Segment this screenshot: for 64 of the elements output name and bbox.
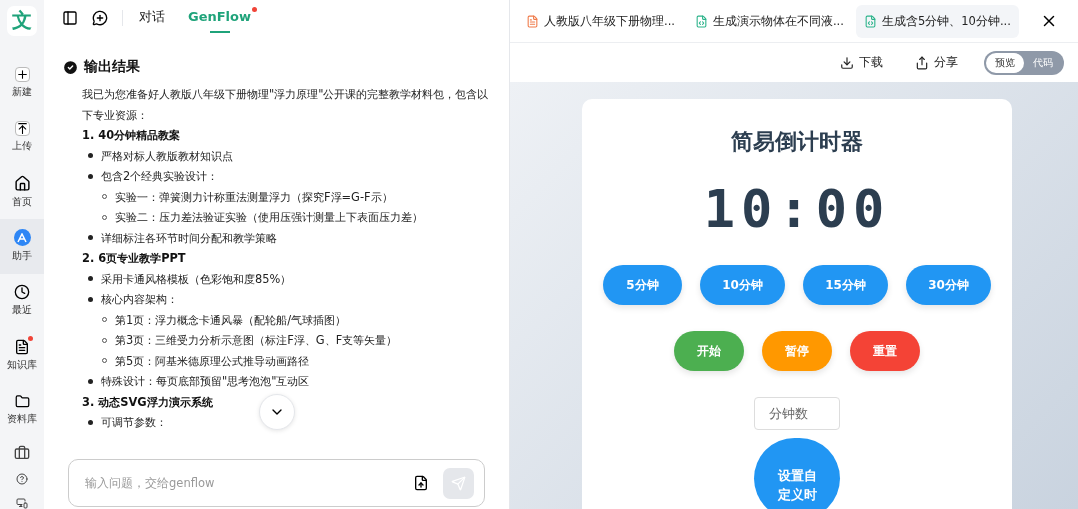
sidebar-item[interactable]: 新建 bbox=[0, 55, 44, 111]
bullet-icon bbox=[88, 276, 93, 282]
sidebar-item[interactable]: 最近 bbox=[0, 273, 44, 329]
control-button[interactable]: 重置 bbox=[850, 331, 920, 371]
minutes-field[interactable]: 分钟数 bbox=[754, 397, 840, 430]
list-item: 详细标注各环节时间分配和教学策略 bbox=[101, 229, 277, 247]
timer-display: 10:00 bbox=[703, 179, 891, 239]
list-item: 第1页：浮力概念卡通风暴（配轮船/气球插图） bbox=[115, 311, 347, 329]
document-icon bbox=[14, 338, 30, 355]
bullet-icon bbox=[88, 419, 93, 425]
bullet-icon bbox=[88, 378, 93, 384]
download-button[interactable]: 下载 bbox=[834, 53, 889, 72]
help-icon[interactable] bbox=[16, 473, 28, 485]
list-item: 严格对标人教版教材知识点 bbox=[101, 147, 233, 165]
sidebar-item[interactable]: 首页 bbox=[0, 164, 44, 220]
bullet-icon bbox=[88, 153, 93, 159]
intro-paragraph: 我已为您准备好人教版八年级下册物理"浮力原理"公开课的完整教学材料包，包含以下专业资源： bbox=[81, 86, 490, 124]
sidebar-item[interactable]: 资料库 bbox=[0, 382, 44, 437]
sidebar-item[interactable]: 助手 bbox=[0, 219, 44, 274]
list-item: 实验二：压力差法验证实验（使用压强计测量上下表面压力差） bbox=[115, 209, 423, 226]
download-icon bbox=[840, 55, 854, 70]
list-item: 包含2个经典实验设计： bbox=[101, 168, 219, 185]
assistant-icon bbox=[13, 229, 31, 247]
bullet-icon bbox=[88, 296, 93, 302]
list-item: 可调节参数： bbox=[101, 414, 167, 431]
code-file-icon bbox=[863, 14, 877, 28]
list-item: 特殊设计：每页底部预留"思考泡泡"互动区 bbox=[101, 373, 310, 390]
file-tab[interactable]: 生成含5分钟、10分钟... bbox=[855, 4, 1019, 38]
tab[interactable]: 对话 bbox=[137, 1, 172, 35]
upload-file-icon[interactable] bbox=[413, 475, 429, 491]
bullet-icon bbox=[88, 173, 93, 179]
result-title: 输出结果 bbox=[84, 58, 140, 76]
bullet-icon bbox=[88, 235, 93, 241]
list-item: 第5页：阿基米德原理公式推导动画路径 bbox=[115, 352, 310, 370]
section-heading: 2. 6页专业教学PPT bbox=[82, 250, 186, 267]
list-item: 第3页：三维受力分析示意图（标注F浮、G、F支等矢量） bbox=[115, 332, 398, 349]
sidebar-item[interactable]: 知识库 bbox=[0, 328, 44, 383]
list-item: 实验一：弹簧测力计称重法测量浮力（探究F浮=G-F示） bbox=[115, 188, 393, 206]
clock-icon bbox=[14, 284, 30, 301]
send-icon bbox=[451, 475, 466, 491]
share-button[interactable]: 分享 bbox=[909, 53, 964, 72]
list-item: 核心内容架构： bbox=[101, 291, 178, 308]
device-icon[interactable] bbox=[16, 497, 28, 509]
new-chat-icon[interactable] bbox=[92, 10, 108, 26]
home-icon bbox=[13, 174, 31, 192]
section-heading: 3. 动态SVG浮力演示系统 bbox=[82, 393, 213, 411]
section-heading: 1. 40分钟精品教案 bbox=[82, 127, 181, 144]
toggle-option[interactable]: 预览 bbox=[986, 52, 1024, 73]
code-file-icon bbox=[694, 14, 708, 28]
briefcase-icon[interactable] bbox=[14, 445, 30, 461]
upload-icon bbox=[15, 122, 29, 136]
check-icon bbox=[62, 58, 79, 76]
app-logo: 文 bbox=[7, 6, 37, 36]
chat-input[interactable]: 输入问题，交给genflow bbox=[68, 459, 485, 507]
timer-title: 简易倒计时器 bbox=[731, 128, 863, 156]
plus-icon bbox=[15, 67, 29, 81]
presentation-file-icon bbox=[526, 14, 539, 28]
folder-icon bbox=[14, 393, 30, 409]
sidebar-item[interactable]: 上传 bbox=[0, 110, 44, 165]
file-tab[interactable]: 生成演示物体在不同液... bbox=[686, 4, 852, 38]
file-tab[interactable]: 人教版八年级下册物理... bbox=[518, 4, 683, 38]
sidebar-toggle-icon[interactable] bbox=[62, 10, 78, 26]
share-icon bbox=[915, 55, 929, 70]
list-item: 采用卡通风格模板（色彩饱和度85%） bbox=[101, 270, 292, 288]
